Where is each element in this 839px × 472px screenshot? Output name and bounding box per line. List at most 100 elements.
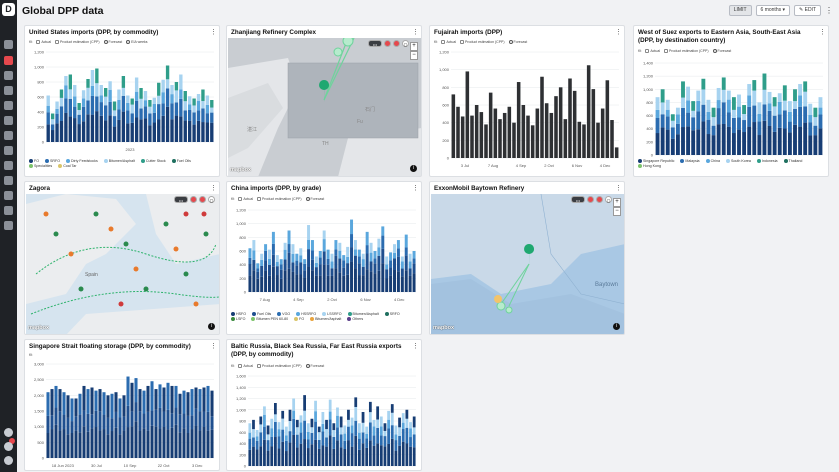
zagora-map[interactable] — [26, 194, 220, 335]
card-menu-icon[interactable]: ⋮ — [615, 184, 622, 192]
exxon-map[interactable] — [431, 194, 625, 335]
zoom-in-button[interactable]: + — [410, 42, 418, 51]
estimation-toggle[interactable]: Product estimation (CPP) — [664, 49, 709, 53]
info-icon[interactable]: i — [613, 323, 620, 330]
legend-item[interactable]: Fuel Oils — [251, 312, 271, 316]
legend-item[interactable]: Dirty Feedstocks — [65, 159, 98, 163]
legend-item[interactable]: Hong Kong — [638, 164, 661, 168]
fullscreen-icon[interactable]: ▢ — [402, 40, 409, 47]
timeframe-select[interactable]: 6 months ▾ — [755, 4, 791, 16]
nav-dashboard-icon[interactable] — [4, 40, 13, 49]
card-menu-icon[interactable]: ⋮ — [210, 184, 217, 192]
fullscreen-icon[interactable]: ▢ — [605, 196, 612, 203]
actual-toggle[interactable]: Actual — [238, 197, 253, 201]
more-options-icon[interactable]: ⋮ — [825, 6, 833, 15]
legend-item[interactable]: LSSRFO — [322, 312, 342, 316]
estimation-toggle[interactable]: Product estimation (CPP) — [257, 197, 302, 201]
zoom-in-button[interactable]: + — [613, 198, 621, 207]
legend-item[interactable]: Indonesia — [756, 159, 778, 163]
info-icon[interactable]: i — [410, 165, 417, 172]
nav-chart-icon[interactable] — [4, 101, 13, 110]
nav-document-icon[interactable] — [4, 86, 13, 95]
zoom-out-button[interactable]: − — [613, 207, 621, 216]
nav-bolt-icon[interactable] — [4, 161, 13, 170]
legend-item[interactable]: South Korea — [725, 159, 751, 163]
legend-item[interactable]: China — [705, 159, 720, 163]
layers-button[interactable]: ••• — [368, 40, 382, 47]
nav-swap-icon[interactable] — [4, 176, 13, 185]
nav-stats-icon[interactable] — [4, 146, 13, 155]
legend-item[interactable]: Bitumen PEN 60-80 — [251, 317, 288, 321]
app-logo[interactable]: D — [2, 3, 15, 16]
card-menu-icon[interactable]: ⋮ — [412, 184, 419, 192]
legend-item[interactable]: FO — [294, 317, 304, 321]
forecast-toggle[interactable]: Forecast — [712, 49, 731, 53]
nav-people-icon[interactable] — [4, 221, 13, 230]
legend-item[interactable]: Others — [347, 317, 363, 321]
legend-item[interactable]: Thailand — [783, 159, 802, 163]
vessels-button[interactable] — [596, 196, 603, 203]
eia-toggle[interactable]: EIA weeks — [126, 40, 148, 44]
record-button[interactable] — [587, 196, 594, 203]
legend-item[interactable]: SRFO — [45, 159, 60, 163]
card-menu-icon[interactable]: ⋮ — [412, 28, 419, 36]
nav-list-icon[interactable] — [4, 206, 13, 215]
vessels-button[interactable] — [199, 196, 206, 203]
nav-gauge-icon[interactable] — [4, 131, 13, 140]
checkbox-icon — [36, 40, 41, 44]
card-menu-icon[interactable]: ⋮ — [412, 342, 419, 350]
zoom-out-button[interactable]: − — [410, 51, 418, 60]
card-menu-icon[interactable]: ⋮ — [210, 342, 217, 350]
legend-item[interactable]: HSFO — [231, 312, 246, 316]
estimation-toggle[interactable]: Product estimation (CPP) — [257, 364, 302, 368]
actual-toggle[interactable]: Actual — [238, 364, 253, 368]
zhanjiang-map[interactable] — [228, 38, 422, 177]
actual-toggle[interactable]: Actual — [441, 40, 456, 44]
bar-segment — [146, 411, 150, 431]
legend-item[interactable]: Malaysia — [680, 159, 700, 163]
actual-toggle[interactable]: Actual — [36, 40, 51, 44]
notifications-icon[interactable] — [4, 428, 13, 437]
legend-item[interactable]: Bitumen/Asphalt — [347, 312, 379, 316]
vessels-button[interactable] — [393, 40, 400, 47]
bar-segment — [398, 445, 401, 466]
card-menu-icon[interactable]: ⋮ — [615, 28, 622, 36]
legend-item[interactable]: VGO — [277, 312, 290, 316]
legend-item[interactable]: LSFO — [231, 317, 245, 321]
legend-item[interactable]: Bitumen/Asphalt — [310, 317, 341, 321]
forecast-toggle[interactable]: Forecast — [103, 40, 122, 44]
legend-item[interactable]: Coal Tar — [58, 164, 77, 168]
record-button[interactable] — [384, 40, 391, 47]
limit-toggle[interactable]: LIMIT — [728, 4, 752, 16]
legend-item[interactable]: FO — [29, 159, 39, 163]
legend-item[interactable]: SRFO — [384, 312, 400, 316]
help-icon[interactable] — [4, 442, 13, 451]
y-tick-label: 400 — [239, 262, 246, 267]
estimation-toggle[interactable]: Product estimation (CPP) — [55, 40, 100, 44]
legend-item[interactable]: Bitumen/Asphalt — [103, 159, 135, 163]
actual-toggle[interactable]: Actual — [645, 49, 660, 53]
card-menu-icon[interactable]: ⋮ — [819, 28, 826, 36]
legend-item[interactable]: Singapore Republic — [638, 159, 674, 163]
nav-ship-icon[interactable] — [4, 116, 13, 125]
nav-bookmark-icon[interactable] — [4, 71, 13, 80]
info-icon[interactable]: i — [208, 323, 215, 330]
forecast-toggle[interactable]: Forecast — [508, 40, 527, 44]
legend-item[interactable]: HSSRFO — [296, 312, 316, 316]
layers-button[interactable]: ••• — [174, 196, 188, 203]
legend-item[interactable]: Specialities — [29, 164, 52, 168]
legend-item[interactable]: Cutter Stock — [140, 159, 166, 163]
edit-button[interactable]: ✎ EDIT — [794, 4, 821, 16]
forecast-toggle[interactable]: Forecast — [305, 197, 324, 201]
estimation-toggle[interactable]: Product estimation (CPP) — [460, 40, 505, 44]
layers-button[interactable]: ••• — [571, 196, 585, 203]
card-menu-icon[interactable]: ⋮ — [210, 28, 217, 36]
record-button[interactable] — [190, 196, 197, 203]
bar-segment — [726, 126, 731, 155]
forecast-toggle[interactable]: Forecast — [305, 364, 324, 368]
legend-item[interactable]: Fuel Oils — [171, 159, 191, 163]
fullscreen-icon[interactable]: ▢ — [208, 196, 215, 203]
user-avatar[interactable] — [4, 456, 13, 465]
nav-settings-icon[interactable] — [4, 191, 13, 200]
nav-active-dashboard-icon[interactable] — [4, 56, 13, 65]
